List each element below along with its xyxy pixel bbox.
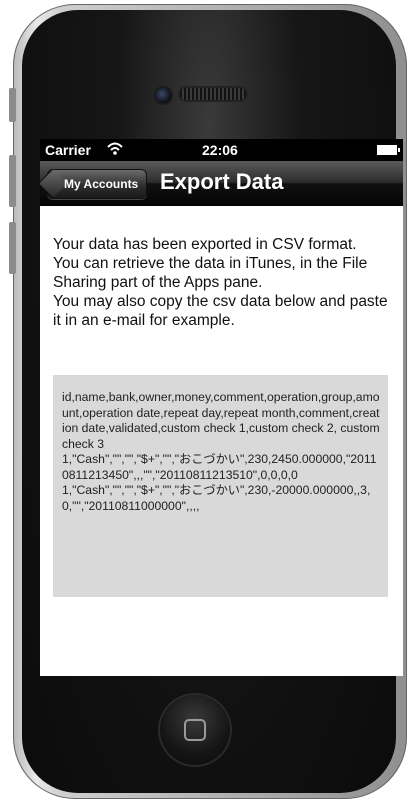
home-button-icon[interactable] [160, 695, 230, 765]
volume-down-button[interactable] [9, 222, 16, 274]
carrier-label: Carrier [45, 142, 91, 158]
csv-text-view[interactable]: id,name,bank,owner,money,comment,operati… [53, 375, 388, 597]
status-bar: Carrier 22:06 [40, 139, 403, 161]
message-line: Your data has been exported in CSV forma… [53, 236, 357, 253]
wifi-icon [106, 140, 124, 160]
iphone-device: Carrier 22:06 My Accounts Export Data Yo… [0, 0, 416, 805]
battery-icon [377, 145, 400, 155]
csv-data-text[interactable]: id,name,bank,owner,money,comment,operati… [62, 390, 380, 514]
page-title: Export Data [160, 169, 284, 194]
mute-switch[interactable] [9, 88, 16, 122]
home-square-icon [184, 719, 206, 741]
navigation-bar: My Accounts Export Data [40, 161, 403, 206]
status-time: 22:06 [202, 142, 238, 158]
message-line: You can retrieve the data in iTunes, in … [53, 255, 368, 291]
speaker-icon [180, 88, 246, 100]
export-message: Your data has been exported in CSV forma… [53, 235, 393, 330]
volume-up-button[interactable] [9, 155, 16, 207]
back-button-label: My Accounts [64, 177, 139, 191]
message-line: You may also copy the csv data below and… [53, 293, 388, 329]
camera-icon [156, 88, 171, 103]
back-button[interactable]: My Accounts [47, 169, 148, 199]
screen: Carrier 22:06 My Accounts Export Data Yo… [40, 139, 403, 676]
